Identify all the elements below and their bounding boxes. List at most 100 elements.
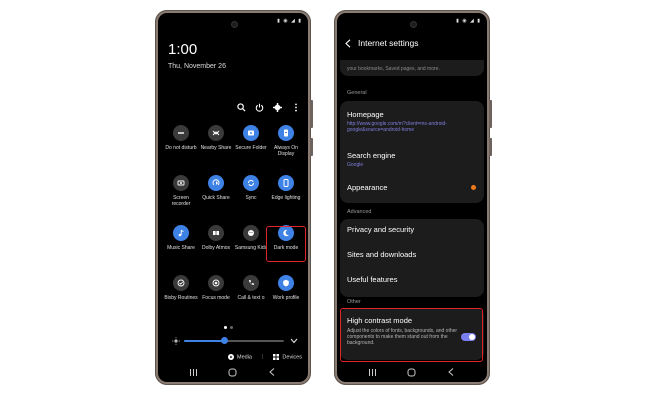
kids-icon [243, 225, 259, 241]
media-devices-row: Media | Devices [228, 354, 302, 360]
page-dot [230, 326, 233, 329]
status-icons: ▮ ◉ ◢ ▮ [277, 18, 302, 24]
right-phone: ▮ ◉ ◢ ▮ Internet settings your bookmarks… [334, 10, 492, 385]
sync-icon [243, 175, 259, 191]
quick-panel-screen: ▮ ◉ ◢ ▮ 1:00 Thu, November 26 Do not dis… [158, 13, 308, 382]
clock-date: Thu, November 26 [168, 63, 226, 70]
front-camera [230, 21, 238, 28]
tile-label: Always On Display [274, 145, 298, 157]
tile-always-on-display[interactable]: Always On Display [269, 125, 303, 157]
tile-label: Sync [245, 195, 257, 201]
tile-label: Samsung Kids [234, 245, 268, 251]
tile-label: Screen recorder [171, 195, 191, 207]
check-circle-icon [173, 275, 189, 291]
page-title: Internet settings [358, 38, 419, 48]
homepage-title: Homepage [347, 110, 384, 119]
appearance-title: Appearance [347, 183, 388, 192]
separator: | [261, 354, 264, 361]
high-contrast-highlight [340, 308, 483, 362]
folder-lock-icon [243, 125, 259, 141]
aod-clock-icon [278, 125, 294, 141]
homepage-item[interactable]: Homepage http://www.google.com/m?client=… [347, 110, 467, 133]
tile-label: Secure Folder [235, 145, 267, 151]
tile-call-text-o[interactable]: Call & text o [234, 275, 268, 301]
nearby-share-icon [208, 125, 224, 141]
tile-music-share[interactable]: Music Share [164, 225, 198, 251]
minus-circle-icon [173, 125, 189, 141]
chevron-down-icon[interactable] [290, 338, 298, 344]
tile-screen-recorder[interactable]: Screen recorder [164, 175, 198, 207]
media-button[interactable]: Media [228, 354, 252, 360]
briefcase-icon [278, 275, 294, 291]
page-indicator [224, 326, 233, 329]
home-icon[interactable] [407, 368, 417, 376]
left-phone: ▮ ◉ ◢ ▮ 1:00 Thu, November 26 Do not dis… [155, 10, 313, 385]
navigation-bar [337, 368, 487, 376]
dolby-icon [208, 225, 224, 241]
tile-nearby-share[interactable]: Nearby Share [199, 125, 233, 151]
gear-icon[interactable] [273, 103, 282, 112]
dark-mode-highlight [266, 226, 306, 262]
tile-label: Music Share [167, 245, 195, 251]
focus-icon [208, 275, 224, 291]
back-icon[interactable] [267, 368, 277, 376]
media-label: Media [237, 354, 252, 361]
internet-settings-screen: ▮ ◉ ◢ ▮ Internet settings your bookmarks… [337, 13, 487, 382]
tile-samsung-kids[interactable]: Samsung Kids [234, 225, 268, 251]
section-advanced: Advanced [347, 209, 372, 215]
back-icon[interactable] [446, 368, 456, 376]
tile-label: Do not disturb [165, 145, 197, 151]
recents-icon[interactable] [189, 368, 199, 376]
devices-grid-icon [273, 354, 280, 360]
search-engine-title: Search engine [347, 151, 396, 160]
advanced-card: Privacy and security Sites and downloads… [340, 219, 484, 297]
navigation-bar [158, 368, 308, 376]
tile-secure-folder[interactable]: Secure Folder [234, 125, 268, 151]
front-camera [409, 21, 417, 28]
privacy-security-item[interactable]: Privacy and security [347, 225, 414, 234]
search-engine-value: Google [347, 162, 364, 168]
tile-edge-lighting[interactable]: Edge lighting [269, 175, 303, 201]
section-other: Other [347, 299, 361, 305]
devices-label: Devices [282, 354, 302, 361]
sites-downloads-item[interactable]: Sites and downloads [347, 250, 416, 259]
tile-sync[interactable]: Sync [234, 175, 268, 201]
edge-lighting-icon [278, 175, 294, 191]
general-card: Homepage http://www.google.com/m?client=… [340, 101, 484, 203]
tile-label: Focus mode [202, 295, 230, 301]
section-general: General [347, 90, 367, 96]
tile-label: Nearby Share [200, 145, 232, 151]
quick-panel-toolbar [237, 103, 300, 112]
brightness-fill [184, 340, 224, 342]
more-icon[interactable] [291, 103, 300, 112]
tile-do-not-disturb[interactable]: Do not disturb [164, 125, 198, 151]
status-icons: ▮ ◉ ◢ ▮ [456, 18, 481, 24]
play-icon [228, 354, 234, 360]
recents-icon[interactable] [368, 368, 378, 376]
brightness-slider[interactable] [172, 336, 298, 346]
tile-quick-share[interactable]: Quick Share [199, 175, 233, 201]
tile-work-profile[interactable]: Work profile [269, 275, 303, 301]
homepage-url: http://www.google.com/m?client=ms-androi… [347, 121, 447, 133]
devices-button[interactable]: Devices [273, 354, 302, 360]
search-icon[interactable] [237, 103, 246, 112]
back-arrow-icon[interactable] [345, 38, 351, 48]
tile-label: Work profile [272, 295, 300, 301]
phone-icon [243, 275, 259, 291]
brightness-knob[interactable] [221, 337, 228, 344]
screen-record-icon [173, 175, 189, 191]
tile-bixby-routines[interactable]: Bixby Routines [164, 275, 198, 301]
tile-dolby-atmos[interactable]: Dolby Atmos [199, 225, 233, 251]
useful-features-item[interactable]: Useful features [347, 275, 397, 284]
appearance-item[interactable]: Appearance [347, 183, 484, 195]
tile-label: Quick Share [202, 195, 230, 201]
music-icon [173, 225, 189, 241]
search-engine-item[interactable]: Search engine Google [347, 151, 395, 168]
power-icon[interactable] [255, 103, 264, 112]
tile-label: Edge lighting [271, 195, 301, 201]
home-icon[interactable] [228, 368, 238, 376]
tile-label: Dolby Atmos [201, 245, 231, 251]
clock-time: 1:00 [168, 41, 198, 58]
sun-icon [172, 337, 180, 345]
tile-focus-mode[interactable]: Focus mode [199, 275, 233, 301]
